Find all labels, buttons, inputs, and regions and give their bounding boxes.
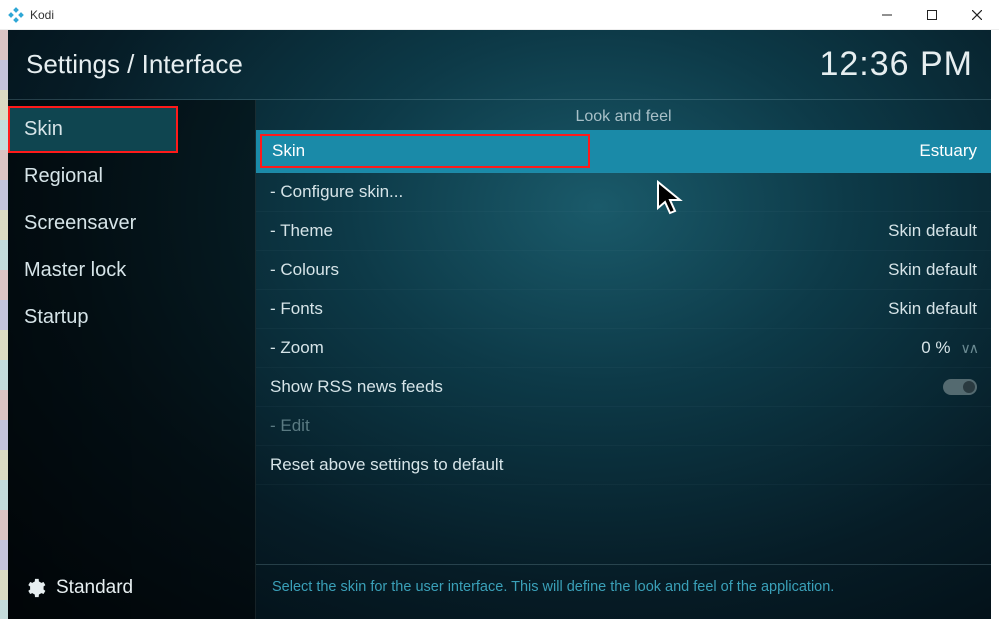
setting-row-configure-skin[interactable]: - Configure skin... xyxy=(256,173,991,212)
setting-row-show-rss-news-feeds[interactable]: Show RSS news feeds xyxy=(256,368,991,407)
body: SkinRegionalScreensaverMaster lockStartu… xyxy=(8,100,991,619)
setting-value xyxy=(943,379,977,395)
setting-row-skin[interactable]: Skin Estuary xyxy=(256,130,991,173)
setting-row-fonts[interactable]: - Fonts Skin default xyxy=(256,290,991,329)
window: Kodi Settings / Interface 12:36 PM SkinR… xyxy=(0,0,999,627)
setting-value: Skin default xyxy=(888,221,977,241)
setting-label: - Edit xyxy=(270,416,310,436)
setting-row-reset-above-settings-to-default[interactable]: Reset above settings to default xyxy=(256,446,991,485)
header: Settings / Interface 12:36 PM xyxy=(8,30,991,100)
kodi-logo-icon xyxy=(8,7,24,23)
clock: 12:36 PM xyxy=(819,45,973,84)
setting-label: - Theme xyxy=(270,221,333,241)
sidebar-item-screensaver[interactable]: Screensaver xyxy=(8,200,255,247)
sidebar-item-master-lock[interactable]: Master lock xyxy=(8,247,255,294)
sidebar-item-startup[interactable]: Startup xyxy=(8,294,255,341)
app-frame: Settings / Interface 12:36 PM SkinRegion… xyxy=(8,30,991,619)
settings-level-label: Standard xyxy=(56,577,133,599)
maximize-button[interactable] xyxy=(909,0,954,29)
section-title: Look and feel xyxy=(256,100,991,130)
setting-value: 0 %∨∧ xyxy=(921,338,977,358)
settings-level-button[interactable]: Standard xyxy=(8,563,255,619)
setting-label: Reset above settings to default xyxy=(270,455,503,475)
setting-label: Show RSS news feeds xyxy=(270,377,443,397)
sidebar: SkinRegionalScreensaverMaster lockStartu… xyxy=(8,100,256,619)
help-text: Select the skin for the user interface. … xyxy=(256,564,991,619)
close-button[interactable] xyxy=(954,0,999,29)
window-border-decoration xyxy=(0,30,8,619)
breadcrumb: Settings / Interface xyxy=(26,49,243,80)
setting-row-theme[interactable]: - Theme Skin default xyxy=(256,212,991,251)
setting-label: - Zoom xyxy=(270,338,324,358)
sidebar-item-skin[interactable]: Skin xyxy=(8,106,178,153)
titlebar: Kodi xyxy=(0,0,999,30)
setting-value: Skin default xyxy=(888,260,977,280)
setting-label: - Colours xyxy=(270,260,339,280)
setting-value: Estuary xyxy=(919,141,977,161)
setting-label: Skin xyxy=(260,134,590,168)
content: Look and feel Skin Estuary - Configure ski… xyxy=(256,100,991,619)
spinner-icon[interactable]: ∨∧ xyxy=(961,340,978,357)
window-controls xyxy=(864,0,999,29)
gear-icon xyxy=(24,577,46,599)
settings-rows: Skin Estuary - Configure skin... - Theme Ski… xyxy=(256,130,991,564)
setting-label: - Configure skin... xyxy=(270,182,403,202)
setting-row-colours[interactable]: - Colours Skin default xyxy=(256,251,991,290)
sidebar-item-regional[interactable]: Regional xyxy=(8,153,255,200)
setting-value: Skin default xyxy=(888,299,977,319)
setting-label: - Fonts xyxy=(270,299,323,319)
window-title: Kodi xyxy=(30,8,864,22)
setting-row-edit: - Edit xyxy=(256,407,991,446)
minimize-button[interactable] xyxy=(864,0,909,29)
setting-row-zoom[interactable]: - Zoom 0 %∨∧ xyxy=(256,329,991,368)
toggle-switch[interactable] xyxy=(943,379,977,395)
